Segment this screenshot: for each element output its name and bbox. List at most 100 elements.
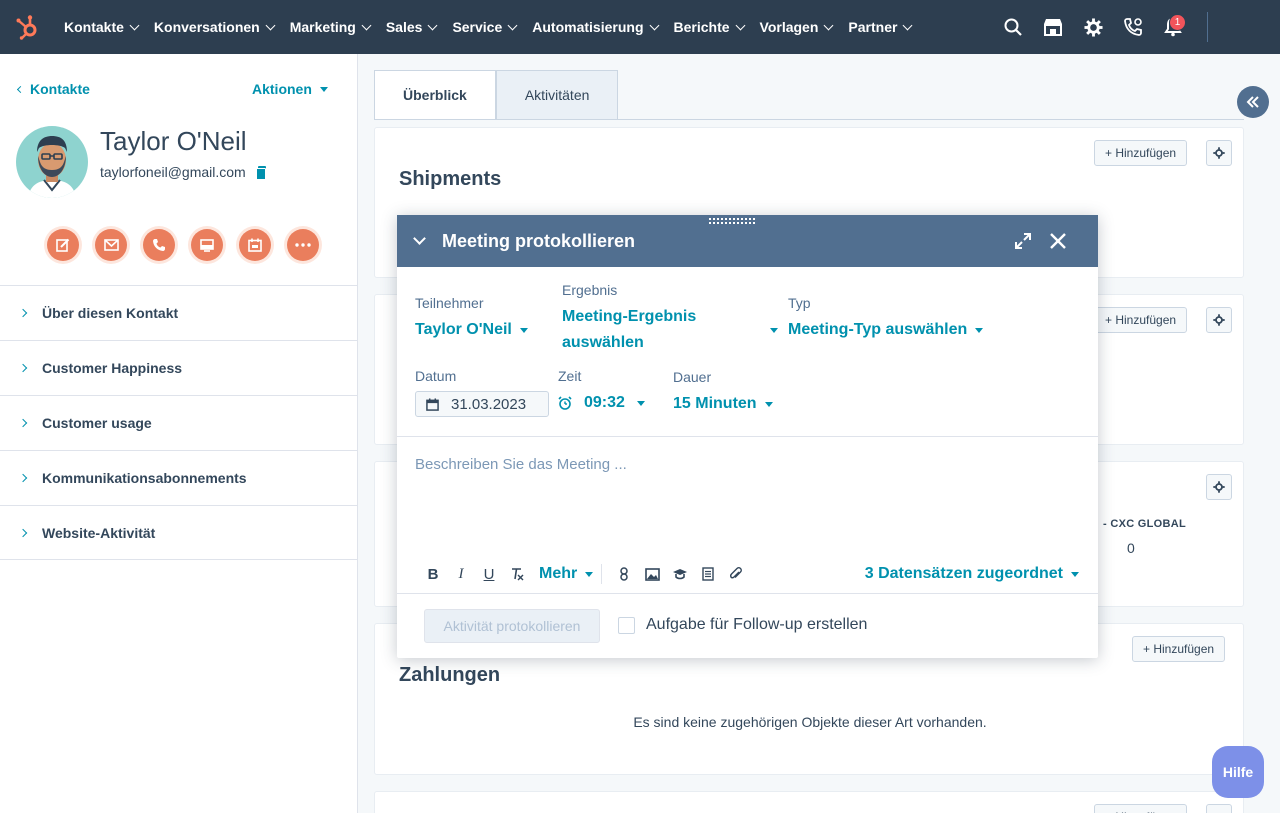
hubspot-logo-icon[interactable] <box>0 0 54 54</box>
underline-icon[interactable]: U <box>475 563 503 585</box>
meeting-type-dropdown[interactable]: Meeting-Typ auswählen <box>788 317 984 343</box>
nav-item-marketing[interactable]: Marketing <box>282 19 378 35</box>
log-activity-button[interactable] <box>191 229 223 261</box>
shipments-title: Shipments <box>399 168 502 190</box>
nav-item-konversationen[interactable]: Konversationen <box>146 19 282 35</box>
bold-icon[interactable]: B <box>419 563 447 585</box>
card-settings-button[interactable] <box>1206 474 1232 500</box>
tabs-divider <box>374 119 1244 120</box>
card-settings-button[interactable] <box>1206 140 1232 166</box>
date-input[interactable]: 31.03.2023 <box>415 391 549 417</box>
chevron-left-icon <box>16 85 25 93</box>
nav-item-label: Konversationen <box>153 19 260 35</box>
nav-item-sales[interactable]: Sales <box>378 19 445 35</box>
email-button[interactable] <box>95 229 127 261</box>
contact-email[interactable]: taylorfoneil@gmail.com <box>100 164 246 180</box>
caret-down-icon <box>975 327 984 333</box>
more-actions-button[interactable] <box>287 229 319 261</box>
section-customer-happiness[interactable]: Customer Happiness <box>0 340 357 395</box>
nav-item-label: Automatisierung <box>532 19 644 35</box>
collapse-chevron-icon[interactable] <box>413 231 426 245</box>
outcome-dropdown[interactable]: Meeting-Ergebnis auswählen <box>562 304 696 356</box>
add-record-button[interactable]: + Hinzufügen <box>1094 804 1188 813</box>
calling-icon[interactable] <box>1113 0 1153 54</box>
section-customer-usage[interactable]: Customer usage <box>0 395 357 450</box>
nav-item-label: Vorlagen <box>759 19 819 35</box>
time-dropdown[interactable]: 09:32 <box>558 390 645 416</box>
image-icon[interactable] <box>638 563 666 585</box>
nav-divider <box>1207 12 1208 42</box>
contact-avatar[interactable] <box>16 126 88 198</box>
notifications-bell-icon[interactable]: 1 <box>1153 0 1193 54</box>
add-payment-button[interactable]: + Hinzufügen <box>1132 636 1226 662</box>
expand-icon[interactable] <box>1013 231 1033 251</box>
note-button[interactable] <box>47 229 79 261</box>
tab-activities[interactable]: Aktivitäten <box>495 70 619 120</box>
outcome-value: Meeting-Ergebnis <box>562 308 697 325</box>
snippet-icon[interactable] <box>694 563 722 585</box>
close-icon[interactable] <box>1048 231 1068 251</box>
actions-dropdown[interactable]: Aktionen <box>252 81 328 97</box>
link-icon[interactable] <box>610 563 638 585</box>
add-shipment-button[interactable]: + Hinzufügen <box>1094 140 1188 166</box>
section-about-contact[interactable]: Über diesen Kontakt <box>0 285 357 340</box>
attachment-icon[interactable] <box>722 563 750 585</box>
outcome-caret-down-icon[interactable] <box>770 328 778 333</box>
nav-item-automatisierung[interactable]: Automatisierung <box>524 19 665 35</box>
nav-item-kontakte[interactable]: Kontakte <box>56 19 146 35</box>
chevron-down-icon <box>265 20 276 30</box>
drag-handle[interactable] <box>709 218 759 228</box>
chevron-down-icon <box>129 20 140 30</box>
settings-gear-icon[interactable] <box>1073 0 1113 54</box>
actions-label: Aktionen <box>252 81 312 97</box>
duration-dropdown[interactable]: 15 Minuten <box>673 391 773 417</box>
chevron-right-icon <box>18 363 28 373</box>
help-button[interactable]: Hilfe <box>1212 746 1264 798</box>
nav-item-service[interactable]: Service <box>444 19 524 35</box>
tab-overview[interactable]: Überblick <box>374 70 496 120</box>
section-website-activity[interactable]: Website-Aktivität <box>0 505 357 560</box>
meeting-description-input[interactable]: Beschreiben Sie das Meeting ... <box>415 456 627 473</box>
followup-task-checkbox[interactable]: Aufgabe für Follow-up erstellen <box>618 616 867 634</box>
more-formatting-label: Mehr <box>539 565 578 582</box>
alarm-clock-icon <box>558 396 572 410</box>
meeting-button[interactable] <box>239 229 271 261</box>
more-formatting-dropdown[interactable]: Mehr <box>539 565 594 583</box>
checkbox[interactable] <box>618 616 635 634</box>
rich-text-toolbar: B I U Mehr 3 Datensätzen zugeordnet <box>419 563 1079 585</box>
log-activity-button[interactable]: Aktivität protokollieren <box>424 609 600 643</box>
sidebar-sections: Über diesen Kontakt Customer Happiness C… <box>0 285 357 560</box>
contact-sidebar: Kontakte Aktionen Taylor O'Neil taylorfo… <box>0 54 358 813</box>
outcome-value-continued: auswählen <box>562 334 644 351</box>
nav-item-berichte[interactable]: Berichte <box>666 19 752 35</box>
back-to-contacts-link[interactable]: Kontakte <box>16 81 90 97</box>
knowledge-base-icon[interactable] <box>666 563 694 585</box>
divider <box>397 593 1098 594</box>
nav-item-label: Kontakte <box>64 19 124 35</box>
nav-item-label: Berichte <box>673 19 730 35</box>
section-communication-subscriptions[interactable]: Kommunikationsabonnements <box>0 450 357 505</box>
add-record-button[interactable]: + Hinzufügen <box>1094 307 1188 333</box>
nav-item-vorlagen[interactable]: Vorlagen <box>752 19 841 35</box>
contact-name[interactable]: Taylor O'Neil <box>100 126 247 157</box>
copy-icon[interactable] <box>255 166 266 180</box>
card-settings-button[interactable] <box>1206 307 1232 333</box>
caret-down-icon <box>764 401 773 407</box>
card-settings-button[interactable] <box>1206 804 1232 813</box>
log-icon <box>200 238 214 252</box>
clear-format-icon[interactable] <box>503 563 531 585</box>
search-icon[interactable] <box>993 0 1033 54</box>
attendee-dropdown[interactable]: Taylor O'Neil <box>415 317 528 343</box>
cxc-global-value: 0 <box>1127 540 1135 556</box>
associations-dropdown[interactable]: 3 Datensätzen zugeordnet <box>865 565 1079 583</box>
back-link-label: Kontakte <box>30 81 90 97</box>
log-meeting-dialog: Meeting protokollieren Teilnehmer Taylor… <box>397 215 1098 658</box>
italic-icon[interactable]: I <box>447 563 475 585</box>
call-button[interactable] <box>143 229 175 261</box>
dialog-title: Meeting protokollieren <box>442 230 636 251</box>
marketplace-icon[interactable] <box>1033 0 1073 54</box>
toolbar-separator <box>601 564 603 584</box>
collapse-sidebar-button[interactable] <box>1237 86 1269 118</box>
nav-item-partner[interactable]: Partner <box>840 19 919 35</box>
nav-item-label: Sales <box>385 19 423 35</box>
